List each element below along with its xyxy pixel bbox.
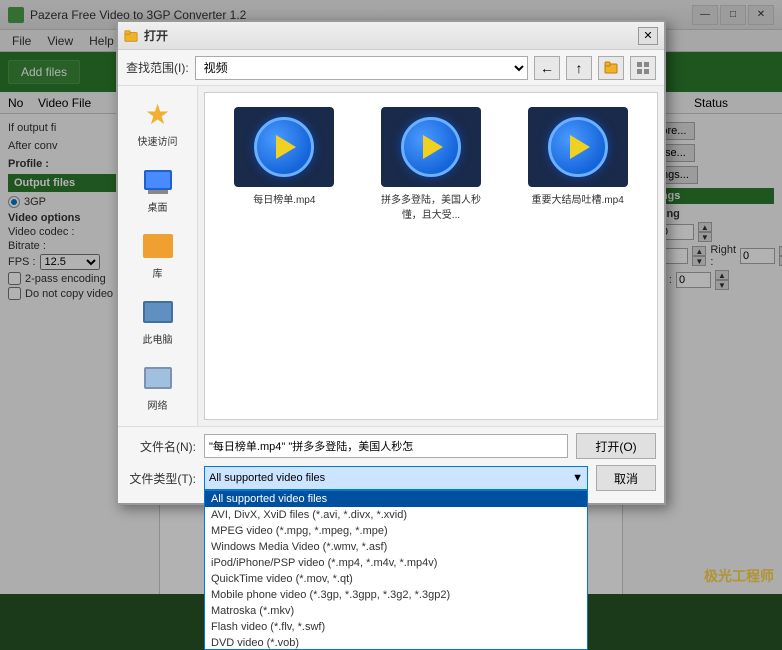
filetype-option-mkv[interactable]: Matroska (*.mkv): [205, 603, 587, 619]
filetype-option-all-selected[interactable]: All supported video files: [205, 491, 587, 507]
file-name: 重要大结局吐槽.mp4: [532, 191, 624, 206]
dialog-body: ★ 快速访问 桌面 库: [118, 86, 664, 426]
desktop-label: 桌面: [148, 199, 168, 214]
filetype-option-wmv[interactable]: Windows Media Video (*.wmv, *.asf): [205, 539, 587, 555]
sidebar-item-quick-access[interactable]: ★ 快速访问: [122, 94, 193, 152]
nav-new-folder-button[interactable]: [598, 56, 624, 80]
filename-label: 文件名(N):: [126, 438, 196, 455]
filetype-dropdown: All supported video files ▼ All supporte…: [204, 466, 588, 490]
play-triangle: [276, 135, 296, 159]
file-name: 每日榜单.mp4: [253, 191, 315, 206]
filetype-option-qt[interactable]: QuickTime video (*.mov, *.qt): [205, 571, 587, 587]
desktop-icon-container: [142, 164, 174, 196]
network-icon-container: [142, 362, 174, 394]
file-thumbnail: [234, 107, 334, 187]
filetype-option-avi[interactable]: AVI, DivX, XviD files (*.avi, *.divx, *.…: [205, 507, 587, 523]
network-label: 网络: [148, 397, 168, 412]
file-name: 拼多多登陆，美国人秒懂，且大受...: [381, 191, 481, 221]
file-thumbnail: [381, 107, 481, 187]
dialog-title-bar: 打开 ✕: [118, 22, 664, 50]
desktop-icon: [144, 170, 172, 190]
filename-row: 文件名(N): 打开(O): [126, 433, 656, 459]
filetype-option-flash[interactable]: Flash video (*.flv, *.swf): [205, 619, 587, 635]
play-triangle: [570, 135, 590, 159]
computer-label: 此电脑: [143, 331, 173, 346]
filetype-option-ipod[interactable]: iPod/iPhone/PSP video (*.mp4, *.m4v, *.m…: [205, 555, 587, 571]
filename-input[interactable]: [204, 434, 568, 458]
computer-icon: [143, 301, 173, 323]
dialog-toolbar: 查找范围(I): 视频 ← ↑: [118, 50, 664, 86]
computer-icon-container: [142, 296, 174, 328]
dialog-sidebar: ★ 快速访问 桌面 库: [118, 86, 198, 426]
cancel-button[interactable]: 取消: [596, 465, 656, 491]
sidebar-item-network[interactable]: 网络: [122, 358, 193, 416]
play-circle: [401, 117, 461, 177]
file-item[interactable]: 拼多多登陆，美国人秒懂，且大受...: [362, 103, 501, 225]
dropdown-arrow-icon: ▼: [572, 472, 583, 484]
play-circle: [254, 117, 314, 177]
filetype-dropdown-list: All supported video files AVI, DivX, Xvi…: [204, 490, 588, 650]
app-window: Pazera Free Video to 3GP Converter 1.2 —…: [0, 0, 782, 594]
filetype-selected[interactable]: All supported video files ▼: [204, 466, 588, 490]
dialog-title: 打开: [144, 27, 168, 44]
open-button[interactable]: 打开(O): [576, 433, 656, 459]
dialog-title-left: 打开: [124, 27, 168, 44]
file-area: 每日榜单.mp4 拼多多登陆，美国人秒懂，且大受...: [204, 92, 658, 420]
nav-back-button[interactable]: ←: [534, 56, 560, 80]
filetype-selected-text: All supported video files: [209, 472, 325, 484]
play-circle: [548, 117, 608, 177]
dialog-overlay: 打开 ✕ 查找范围(I): 视频 ← ↑: [0, 0, 782, 594]
file-item[interactable]: 重要大结局吐槽.mp4: [508, 103, 647, 225]
quick-access-label: 快速访问: [138, 133, 178, 148]
star-icon: ★: [145, 98, 170, 131]
sidebar-item-desktop[interactable]: 桌面: [122, 160, 193, 218]
new-folder-icon: [604, 61, 618, 75]
filetype-row: 文件类型(T): All supported video files ▼ All…: [126, 465, 656, 491]
filetype-label: 文件类型(T):: [126, 470, 196, 487]
file-thumbnail: [528, 107, 628, 187]
network-icon: [144, 367, 172, 389]
dialog-bottom: 文件名(N): 打开(O) 文件类型(T): All supported vid…: [118, 426, 664, 503]
location-label: 查找范围(I):: [126, 59, 189, 76]
view-options-button[interactable]: [630, 56, 656, 80]
dialog-close-button[interactable]: ✕: [638, 27, 658, 45]
filetype-option-mpeg[interactable]: MPEG video (*.mpg, *.mpeg, *.mpe): [205, 523, 587, 539]
file-item[interactable]: 每日榜单.mp4: [215, 103, 354, 225]
library-label: 库: [153, 265, 163, 280]
nav-up-button[interactable]: ↑: [566, 56, 592, 80]
sidebar-item-library[interactable]: 库: [122, 226, 193, 284]
view-icon: [636, 61, 650, 75]
library-icon-container: [142, 230, 174, 262]
quick-access-icon: ★: [142, 98, 174, 130]
location-select[interactable]: 视频: [195, 56, 528, 80]
filetype-option-dvd[interactable]: DVD video (*.vob): [205, 635, 587, 650]
file-open-dialog: 打开 ✕ 查找范围(I): 视频 ← ↑: [116, 20, 666, 505]
filetype-option-mobile[interactable]: Mobile phone video (*.3gp, *.3gpp, *.3g2…: [205, 587, 587, 603]
sidebar-item-computer[interactable]: 此电脑: [122, 292, 193, 350]
dialog-icon: [124, 29, 138, 43]
library-icon: [143, 234, 173, 258]
play-triangle: [423, 135, 443, 159]
